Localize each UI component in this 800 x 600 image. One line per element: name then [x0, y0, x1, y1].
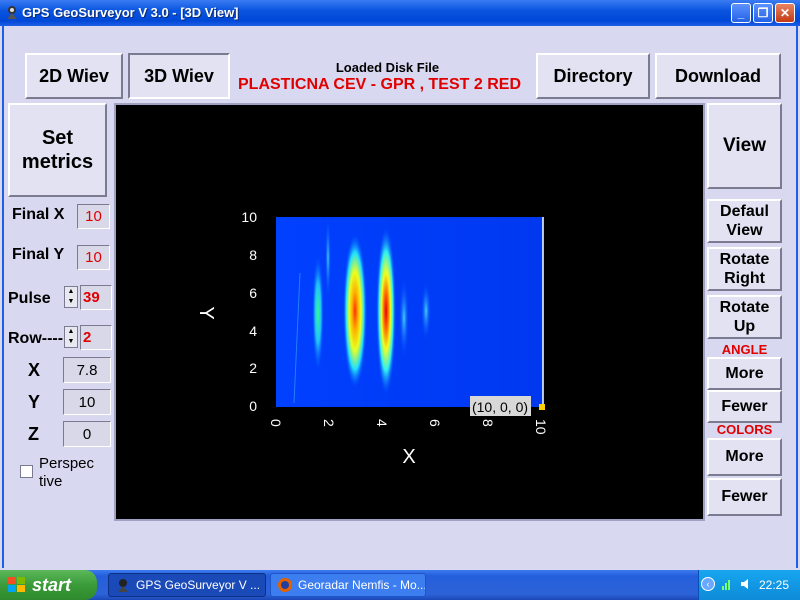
plot-svg: 10 8 6 4 2 0 0 2 4 6 8 10 X Y (10, 0, 0) [195, 209, 549, 468]
rotate-right-line2: Right [724, 270, 765, 287]
heatmap-peak [312, 253, 324, 373]
firefox-icon [277, 577, 293, 593]
final-x-field[interactable]: 10 [77, 204, 110, 229]
window-title: GPS GeoSurveyor V 3.0 - [3D View] [22, 5, 239, 20]
coord-y-label: Y [28, 392, 41, 412]
start-button[interactable]: start [0, 570, 97, 600]
set-metrics-button[interactable]: Set metrics [8, 103, 107, 197]
taskbar-item-geosurveyor[interactable]: GPS GeoSurveyor V ... [108, 573, 266, 597]
rotate-right-line1: Rotate [719, 251, 770, 268]
x-tick-label: 2 [321, 419, 337, 427]
final-y-label: Final Y [12, 246, 65, 263]
final-y-field[interactable]: 10 [77, 245, 110, 270]
set-metrics-line1: Set [41, 127, 74, 149]
heatmap-peak [376, 226, 396, 396]
x-tick-label: 10 [533, 419, 549, 435]
volume-icon[interactable] [739, 577, 753, 591]
close-button[interactable]: ✕ [775, 3, 795, 23]
taskbar-item-firefox[interactable]: Georadar Nemfis - Mo... [270, 573, 426, 597]
loaded-file-name: PLASTICNA CEV - GPR , TEST 2 RED [238, 76, 521, 93]
row-spinner[interactable]: ▲ ▼ [64, 326, 78, 348]
app-icon [4, 4, 20, 20]
coord-x-label: X [28, 360, 41, 380]
view-3d-button[interactable]: 3D Wiev [128, 53, 230, 99]
tray-expand-icon[interactable]: ‹ [701, 577, 715, 591]
taskbar-item-label: GPS GeoSurveyor V ... [136, 578, 261, 592]
minimize-button[interactable]: _ [731, 3, 751, 23]
download-button[interactable]: Download [655, 53, 781, 99]
heatmap-peak [325, 216, 331, 300]
coord-z-label: Z [28, 424, 39, 444]
default-view-line2: View [726, 222, 763, 239]
pulse-label: Pulse [8, 290, 51, 307]
coord-y-field: 10 [63, 389, 111, 415]
windows-logo-icon [8, 577, 26, 593]
system-tray: ‹ 22:25 [698, 570, 800, 600]
rotate-up-line1: Rotate [719, 299, 770, 316]
heatmap-peak [343, 233, 367, 389]
pulse-spinner[interactable]: ▲ ▼ [64, 286, 78, 308]
y-tick-label: 2 [249, 360, 257, 376]
rotate-up-line2: Up [733, 318, 756, 335]
y-axis-title: Y [195, 306, 217, 319]
x-tick-label: 8 [480, 419, 496, 427]
x-tick-label: 4 [374, 419, 390, 427]
x-axis-title: X [402, 446, 415, 468]
geosurveyor-icon [115, 577, 131, 593]
coord-x-field: 7.8 [63, 357, 111, 383]
loaded-file-label: Loaded Disk File [335, 60, 440, 75]
view-2d-button[interactable]: 2D Wiev [25, 53, 123, 99]
cursor-readout: (10, 0, 0) [472, 399, 528, 415]
network-icon[interactable] [721, 577, 735, 591]
start-label: start [32, 574, 72, 595]
rotate-up-button[interactable]: Rotate Up [707, 295, 782, 339]
restore-button[interactable]: ❐ [753, 3, 773, 23]
perspective-line2: tive [39, 473, 63, 490]
colors-section-label: COLORS [716, 422, 773, 437]
set-metrics-line2: metrics [21, 151, 94, 173]
colors-more-button[interactable]: More [707, 438, 782, 476]
perspective-line1: Perspec [39, 455, 95, 472]
pulse-field[interactable]: 39 [80, 285, 112, 310]
view-button[interactable]: View [707, 103, 782, 189]
heatmap-peak [421, 281, 431, 341]
default-view-button[interactable]: Defaul View [707, 199, 782, 243]
colors-fewer-button[interactable]: Fewer [707, 478, 782, 516]
final-x-label: Final X [12, 206, 65, 223]
x-tick-label: 0 [268, 419, 284, 427]
perspective-label: Perspec tive [39, 455, 94, 491]
default-view-line1: Defaul [720, 203, 769, 220]
row-label: Row---- [8, 330, 64, 347]
y-tick-label: 4 [249, 323, 257, 339]
heatmap-peak [399, 278, 409, 358]
rotate-right-button[interactable]: Rotate Right [707, 247, 782, 291]
y-tick-label: 6 [249, 285, 257, 301]
directory-button[interactable]: Directory [536, 53, 650, 99]
angle-section-label: ANGLE [721, 342, 768, 357]
y-tick-label: 0 [249, 398, 257, 414]
angle-fewer-button[interactable]: Fewer [707, 390, 782, 423]
y-tick-label: 8 [249, 247, 257, 263]
angle-more-button[interactable]: More [707, 357, 782, 390]
clock[interactable]: 22:25 [759, 578, 789, 592]
coord-z-field: 0 [63, 421, 111, 447]
row-field[interactable]: 2 [80, 325, 112, 350]
y-tick-label: 10 [241, 209, 257, 225]
taskbar-item-label: Georadar Nemfis - Mo... [298, 578, 426, 592]
perspective-checkbox[interactable] [20, 465, 33, 478]
cursor-marker[interactable] [539, 404, 545, 410]
x-tick-label: 6 [427, 419, 443, 427]
